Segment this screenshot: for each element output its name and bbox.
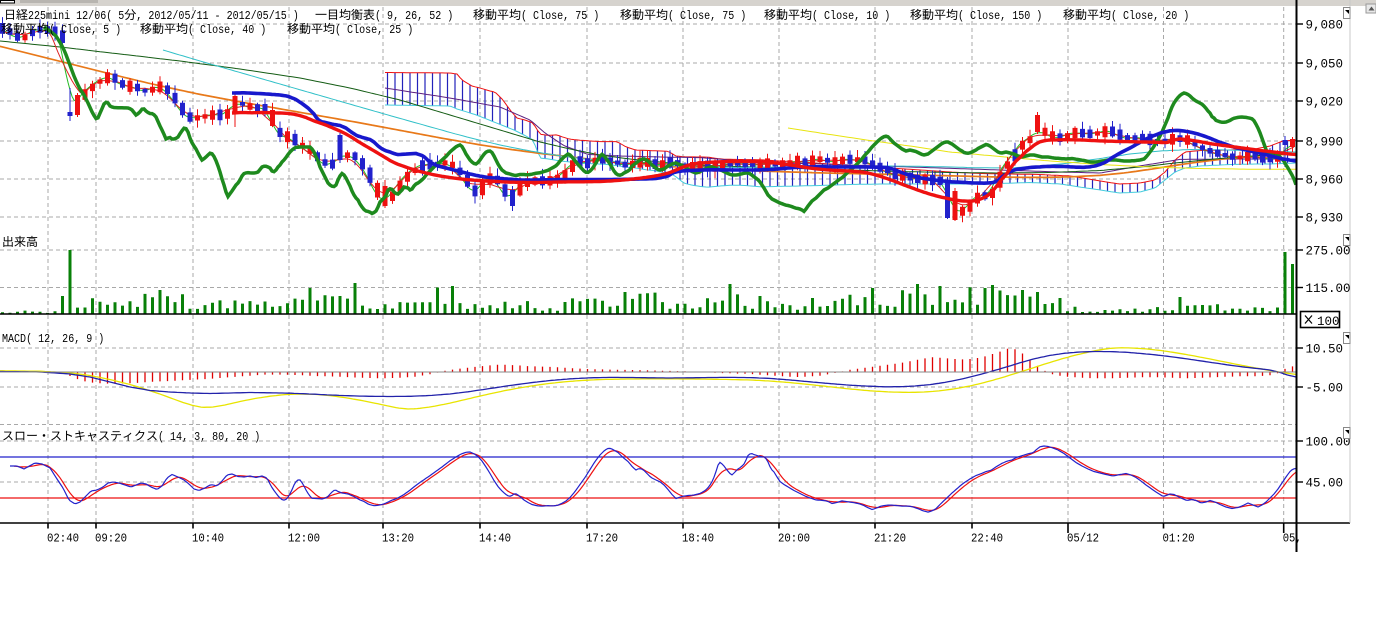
svg-text:225mini 12/06( 5: 225mini 12/06( 5 — [28, 10, 124, 23]
svg-text:18:40: 18:40 — [682, 532, 714, 546]
svg-text:100: 100 — [1317, 315, 1340, 329]
svg-text:( Close, 10 ): ( Close, 10 ) — [812, 10, 890, 23]
svg-text:10.50: 10.50 — [1306, 343, 1344, 357]
svg-text:9,020: 9,020 — [1306, 96, 1344, 110]
svg-text:22:40: 22:40 — [971, 532, 1003, 546]
svg-text:-5.00: -5.00 — [1306, 382, 1344, 396]
svg-text:( Close, 5 ): ( Close, 5 ) — [49, 24, 121, 37]
svg-text:( Close, 75 ): ( Close, 75 ) — [668, 10, 746, 23]
svg-text:115.00: 115.00 — [1306, 282, 1351, 296]
svg-text:9,080: 9,080 — [1306, 19, 1344, 33]
svg-text:( Close, 75 ): ( Close, 75 ) — [521, 10, 599, 23]
svg-text:( Close, 40 ): ( Close, 40 ) — [188, 24, 266, 37]
svg-text:05/12: 05/12 — [1067, 532, 1099, 546]
svg-text:12:00: 12:00 — [288, 532, 320, 546]
svg-text:( Close, 150 ): ( Close, 150 ) — [958, 10, 1042, 23]
svg-text:09:20: 09:20 — [95, 532, 127, 546]
svg-text:275.00: 275.00 — [1306, 245, 1351, 259]
svg-text:13:20: 13:20 — [382, 532, 414, 546]
svg-text:14:40: 14:40 — [479, 532, 511, 546]
svg-text:8,990: 8,990 — [1306, 136, 1344, 150]
svg-text:( Close, 25 ): ( Close, 25 ) — [335, 24, 413, 37]
svg-text:, 2012/05/11 - 2012/05/15 ): , 2012/05/11 - 2012/05/15 ) — [136, 10, 298, 23]
svg-text:21:20: 21:20 — [874, 532, 906, 546]
svg-text:( 14, 3, 80, 20 ): ( 14, 3, 80, 20 ) — [158, 431, 260, 444]
svg-text:( Close, 20 ): ( Close, 20 ) — [1111, 10, 1189, 23]
svg-text:05,: 05, — [1283, 532, 1302, 546]
svg-text:10:40: 10:40 — [192, 532, 224, 546]
svg-text:20:00: 20:00 — [778, 532, 810, 546]
svg-text:8,930: 8,930 — [1306, 212, 1344, 226]
svg-text:9,050: 9,050 — [1306, 58, 1344, 72]
svg-text:MACD( 12, 26, 9 ): MACD( 12, 26, 9 ) — [2, 333, 104, 346]
svg-text:02:40: 02:40 — [47, 532, 79, 546]
svg-text:17:20: 17:20 — [586, 532, 618, 546]
svg-text:45.00: 45.00 — [1306, 477, 1344, 491]
svg-text:( 9, 26, 52 ): ( 9, 26, 52 ) — [375, 10, 453, 23]
svg-text:01:20: 01:20 — [1163, 532, 1195, 546]
svg-text:8,960: 8,960 — [1306, 174, 1344, 188]
